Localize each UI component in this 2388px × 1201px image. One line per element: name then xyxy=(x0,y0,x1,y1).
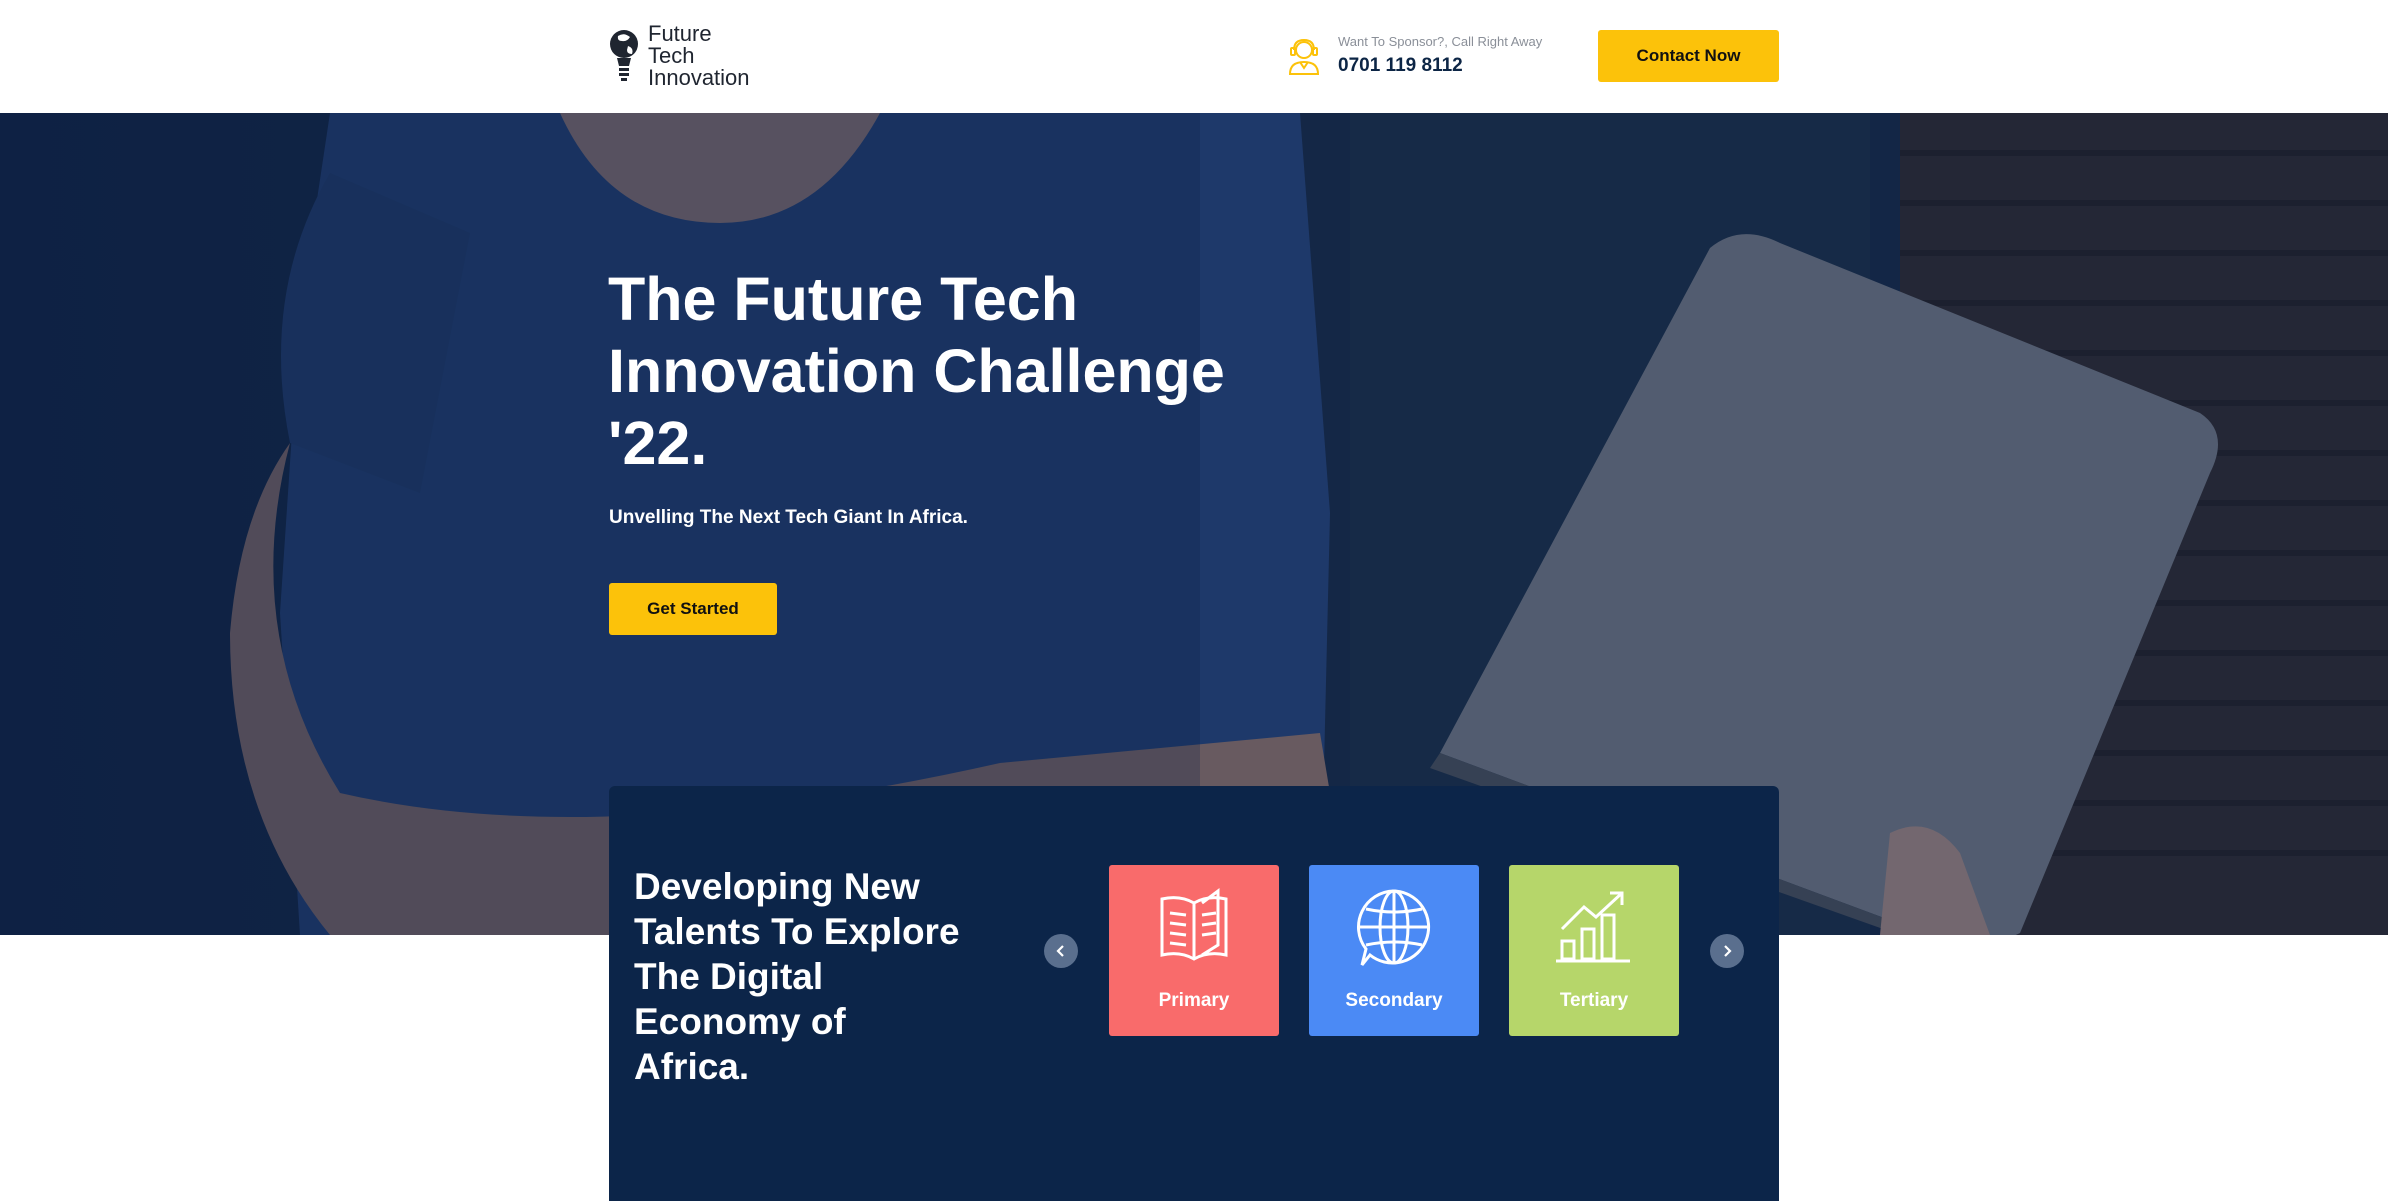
lightbulb-logo-icon xyxy=(610,30,638,81)
talents-panel: Developing New Talents To Explore The Di… xyxy=(609,786,1779,1201)
support-agent-icon xyxy=(1288,38,1320,75)
category-card-primary[interactable]: Primary xyxy=(1109,865,1279,1036)
category-card-secondary[interactable]: Secondary xyxy=(1309,865,1479,1036)
book-icon xyxy=(1160,888,1228,961)
card-label-tertiary: Tertiary xyxy=(1559,990,1629,1011)
logo-text: Future Tech Innovation xyxy=(648,23,750,89)
growth-chart-icon xyxy=(1556,891,1630,963)
logo-line-1: Future xyxy=(648,21,712,46)
chevron-right-icon xyxy=(1724,945,1732,957)
carousel-next-button[interactable] xyxy=(1710,934,1744,968)
logo[interactable]: Future Tech Innovation xyxy=(608,23,750,89)
category-card-tertiary[interactable]: Tertiary xyxy=(1509,865,1679,1036)
card-label-secondary: Secondary xyxy=(1345,990,1443,1011)
site-header: Future Tech Innovation Want To Sponsor?,… xyxy=(0,0,2388,113)
panel-title: Developing New Talents To Explore The Di… xyxy=(634,866,960,1087)
sponsor-contact: Want To Sponsor?, Call Right Away 0701 1… xyxy=(1284,33,1542,79)
chevron-left-icon xyxy=(1056,945,1064,957)
sponsor-label: Want To Sponsor?, Call Right Away xyxy=(1338,34,1543,49)
get-started-button[interactable]: Get Started xyxy=(609,583,777,635)
hero-title: The Future Tech Innovation Challenge '22… xyxy=(608,265,1225,477)
logo-line-2: Tech xyxy=(648,43,695,68)
sponsor-phone[interactable]: 0701 119 8112 xyxy=(1338,53,1542,79)
hero-subtitle: Unvelling The Next Tech Giant In Africa. xyxy=(609,507,968,528)
card-label-primary: Primary xyxy=(1158,990,1230,1011)
globe-chat-icon xyxy=(1357,889,1431,966)
logo-line-3: Innovation xyxy=(648,65,750,90)
contact-now-button[interactable]: Contact Now xyxy=(1598,30,1779,82)
carousel-prev-button[interactable] xyxy=(1044,934,1078,968)
